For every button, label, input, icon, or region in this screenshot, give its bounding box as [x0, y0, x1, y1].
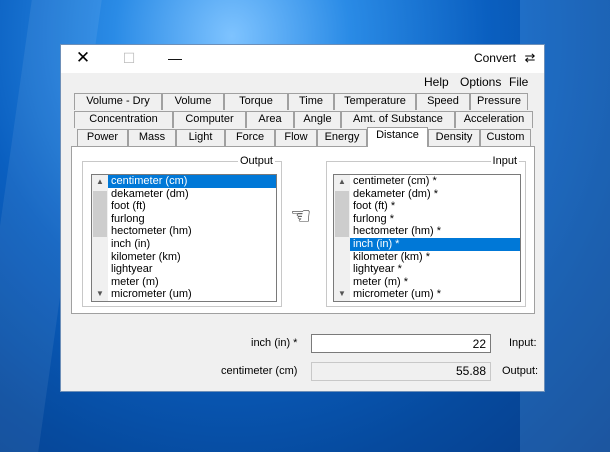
- tab-row-3: Custom Density Distance Energy Flow Forc…: [61, 127, 546, 147]
- input-list-items: centimeter (cm) * dekameter (dm) * foot …: [350, 175, 520, 301]
- maximize-button[interactable]: ☐: [107, 45, 151, 73]
- tab-amt-of-substance[interactable]: Amt. of Substance: [341, 111, 455, 128]
- input-list-item[interactable]: furlong *: [350, 213, 520, 226]
- distance-tab-panel: Input ▲ ▼ centimeter (cm) * dekameter (d…: [71, 146, 535, 314]
- minimize-button[interactable]: —: [153, 45, 197, 73]
- output-list-item[interactable]: lightyear: [108, 263, 276, 276]
- pointing-hand-icon: ☜: [290, 203, 312, 230]
- input-list-item-selected[interactable]: inch (in) *: [350, 237, 520, 251]
- input-list-item[interactable]: micrometer (um) *: [350, 288, 520, 301]
- tab-time[interactable]: Time: [288, 93, 334, 110]
- output-unit-list[interactable]: ▲ ▼ centimeter (cm) dekameter (dm) foot …: [91, 174, 277, 302]
- tab-temperature[interactable]: Temperature: [334, 93, 416, 110]
- window-title: Convert: [473, 51, 516, 65]
- convert-window: ✕ ☐ — Convert ⇄ File Options Help Pressu…: [60, 44, 545, 392]
- output-unit-label: centimeter (cm): [221, 365, 298, 377]
- input-list-item[interactable]: dekameter (dm) *: [350, 188, 520, 201]
- output-list-item[interactable]: inch (in): [108, 238, 276, 251]
- output-list-items: centimeter (cm) dekameter (dm) foot (ft)…: [108, 175, 276, 301]
- output-list-item[interactable]: kilometer (km): [108, 251, 276, 264]
- output-row-label: Output:: [502, 365, 539, 377]
- tab-mass[interactable]: Mass: [128, 129, 176, 146]
- output-list-item[interactable]: hectometer (hm): [108, 225, 276, 238]
- tab-custom[interactable]: Custom: [480, 129, 531, 146]
- menu-bar: File Options Help: [61, 73, 544, 92]
- input-list-item[interactable]: centimeter (cm) *: [350, 175, 520, 188]
- input-list-scrollbar[interactable]: ▲ ▼: [334, 175, 350, 301]
- tab-force[interactable]: Force: [225, 129, 275, 146]
- close-icon: ✕: [75, 48, 91, 67]
- tab-pressure[interactable]: Pressure: [470, 93, 528, 110]
- close-button[interactable]: ✕: [61, 45, 105, 73]
- title-bar[interactable]: ✕ ☐ — Convert ⇄: [61, 45, 544, 73]
- tab-flow[interactable]: Flow: [275, 129, 317, 146]
- convert-arrows-icon: ⇄: [524, 50, 536, 65]
- scroll-up-icon[interactable]: ▲: [334, 175, 350, 189]
- tab-power[interactable]: Power: [77, 129, 128, 146]
- menu-file[interactable]: File: [509, 75, 528, 89]
- input-list-scroll-thumb[interactable]: [335, 191, 349, 237]
- output-list-item[interactable]: dekameter (dm): [108, 188, 276, 201]
- input-list-item[interactable]: hectometer (hm) *: [350, 225, 520, 238]
- output-group-label: Output: [237, 155, 275, 167]
- input-list-item[interactable]: lightyear *: [350, 263, 520, 276]
- input-list-item[interactable]: kilometer (km) *: [350, 251, 520, 264]
- output-list-scroll-thumb[interactable]: [93, 191, 107, 237]
- tab-angle[interactable]: Angle: [294, 111, 341, 128]
- output-list-item[interactable]: foot (ft): [108, 200, 276, 213]
- scroll-up-icon[interactable]: ▲: [92, 175, 108, 189]
- input-list-item[interactable]: meter (m) *: [350, 276, 520, 289]
- input-unit-list[interactable]: ▲ ▼ centimeter (cm) * dekameter (dm) * f…: [333, 174, 521, 302]
- menu-options[interactable]: Options: [460, 75, 501, 89]
- scroll-down-icon[interactable]: ▼: [92, 287, 108, 301]
- tab-acceleration[interactable]: Acceleration: [455, 111, 533, 128]
- input-row-label: Input:: [509, 337, 537, 349]
- tab-row-1: Pressure Speed Temperature Time Torque V…: [61, 93, 546, 111]
- tab-volume-dry[interactable]: Volume - Dry: [74, 93, 162, 110]
- tab-energy[interactable]: Energy: [317, 129, 367, 146]
- tab-speed[interactable]: Speed: [416, 93, 470, 110]
- tab-distance[interactable]: Distance: [367, 127, 428, 147]
- tab-computer[interactable]: Computer: [173, 111, 246, 128]
- output-group: Output ▲ ▼ centimeter (cm) dekameter (dm…: [82, 155, 282, 307]
- output-list-item[interactable]: meter (m): [108, 276, 276, 289]
- input-group-label: Input: [490, 155, 519, 167]
- input-value-field[interactable]: [311, 334, 491, 353]
- minimize-icon: —: [168, 50, 182, 66]
- maximize-icon: ☐: [122, 50, 136, 66]
- input-list-item[interactable]: foot (ft) *: [350, 200, 520, 213]
- tab-torque[interactable]: Torque: [224, 93, 288, 110]
- output-value-field: 55.88: [311, 362, 491, 381]
- output-list-item[interactable]: furlong: [108, 213, 276, 226]
- tab-row-2: Acceleration Amt. of Substance Angle Are…: [61, 111, 546, 129]
- tab-volume[interactable]: Volume: [162, 93, 224, 110]
- output-list-scrollbar[interactable]: ▲ ▼: [92, 175, 108, 301]
- scroll-down-icon[interactable]: ▼: [334, 287, 350, 301]
- tab-density[interactable]: Density: [428, 129, 480, 146]
- input-unit-label: inch (in) *: [251, 337, 298, 349]
- tab-concentration[interactable]: Concentration: [74, 111, 173, 128]
- tab-light[interactable]: Light: [176, 129, 225, 146]
- tab-area[interactable]: Area: [246, 111, 294, 128]
- input-group: Input ▲ ▼ centimeter (cm) * dekameter (d…: [326, 155, 526, 307]
- output-list-item[interactable]: micrometer (um): [108, 288, 276, 301]
- output-list-item-selected[interactable]: centimeter (cm): [108, 175, 276, 188]
- menu-help[interactable]: Help: [424, 75, 449, 89]
